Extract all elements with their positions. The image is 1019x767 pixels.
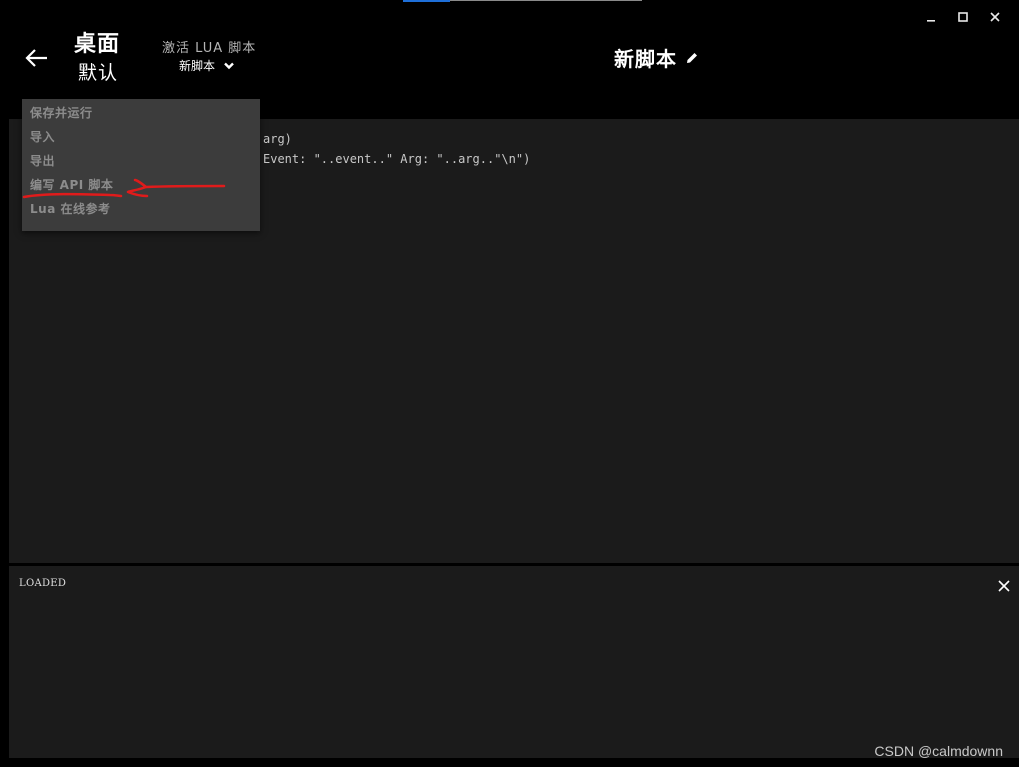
menu-item-save-and-run[interactable]: 保存并运行 (30, 104, 93, 121)
maximize-icon (958, 12, 968, 22)
chevron-down-icon (224, 62, 234, 69)
menu-item-lua-online-reference[interactable]: Lua 在线参考 (30, 200, 110, 217)
pencil-icon (687, 52, 697, 63)
console-output-text: LOADED (19, 578, 67, 589)
profile-name: 默认 (78, 62, 119, 84)
menu-item-export[interactable]: 导出 (30, 152, 55, 169)
minimize-icon (927, 20, 935, 22)
page-section-title: 桌面 (74, 32, 121, 57)
window-controls (915, 6, 1011, 28)
minimize-button[interactable] (915, 6, 947, 28)
app-window: 桌面 默认 激活 LUA 脚本 新脚本 新脚本 arg) Event: "..e… (0, 0, 1019, 767)
menu-item-import[interactable]: 导入 (30, 128, 55, 145)
script-select-dropdown[interactable]: 新脚本 (179, 57, 235, 74)
watermark-text: CSDN @calmdownn (874, 743, 1003, 759)
rename-script-button[interactable] (685, 51, 699, 65)
active-lua-script-label: 激活 LUA 脚本 (162, 41, 257, 56)
window-close-button[interactable] (979, 6, 1011, 28)
bottom-edge (0, 758, 1019, 767)
script-select-value: 新脚本 (179, 59, 216, 73)
console-output-panel: LOADED (9, 566, 1019, 758)
arrow-left-icon (25, 49, 47, 67)
maximize-button[interactable] (947, 6, 979, 28)
menu-item-write-api-script[interactable]: 编写 API 脚本 (30, 176, 113, 193)
close-icon (998, 580, 1010, 592)
window-close-icon (990, 12, 1000, 22)
code-line: arg) (263, 132, 292, 146)
console-close-button[interactable] (997, 578, 1011, 592)
top-accent-line (450, 0, 642, 1)
script-context-menu: 保存并运行 导入 导出 编写 API 脚本 Lua 在线参考 (22, 99, 260, 231)
back-button[interactable] (24, 46, 50, 70)
top-accent-bar (403, 0, 450, 2)
script-title: 新脚本 (614, 43, 699, 72)
script-title-text: 新脚本 (614, 47, 677, 71)
code-line: Event: "..event.." Arg: "..arg.."\n") (263, 152, 531, 166)
